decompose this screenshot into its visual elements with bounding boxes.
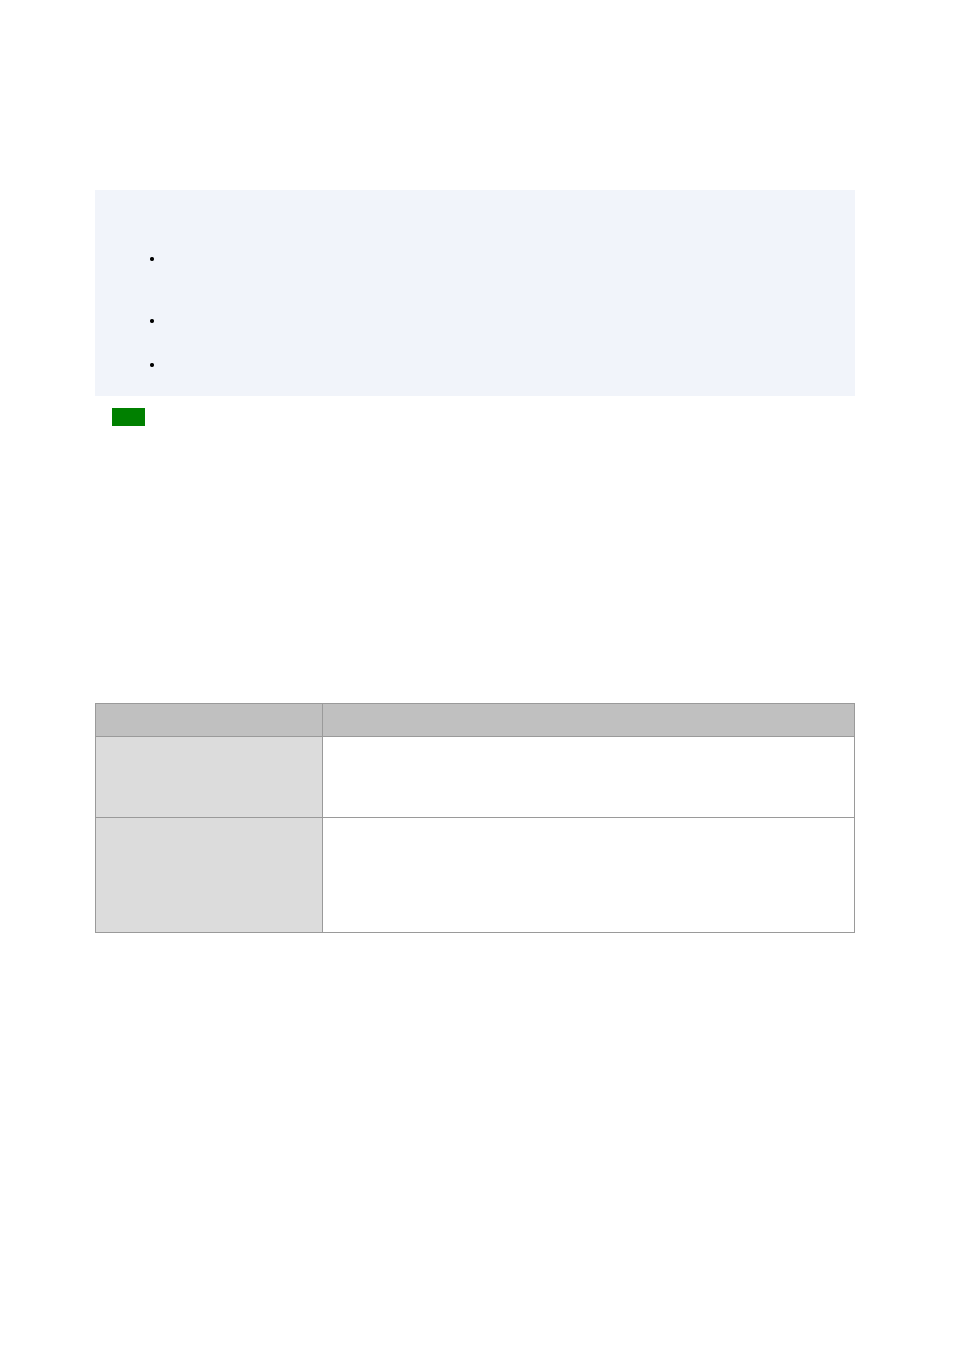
list-item bbox=[165, 250, 855, 268]
list-item bbox=[165, 312, 855, 330]
table-cell-left bbox=[96, 818, 323, 933]
table-header-cell bbox=[323, 704, 855, 737]
table-cell-right bbox=[323, 818, 855, 933]
list-item bbox=[165, 356, 855, 374]
note-list bbox=[165, 250, 855, 374]
table-row bbox=[96, 737, 855, 818]
table-cell-left bbox=[96, 737, 323, 818]
table-header-cell bbox=[96, 704, 323, 737]
table-header-row bbox=[96, 704, 855, 737]
green-block bbox=[112, 408, 145, 426]
page bbox=[0, 0, 954, 1350]
note-box bbox=[95, 190, 855, 396]
table-cell-right bbox=[323, 737, 855, 818]
table-row bbox=[96, 818, 855, 933]
parameter-table bbox=[95, 703, 855, 933]
